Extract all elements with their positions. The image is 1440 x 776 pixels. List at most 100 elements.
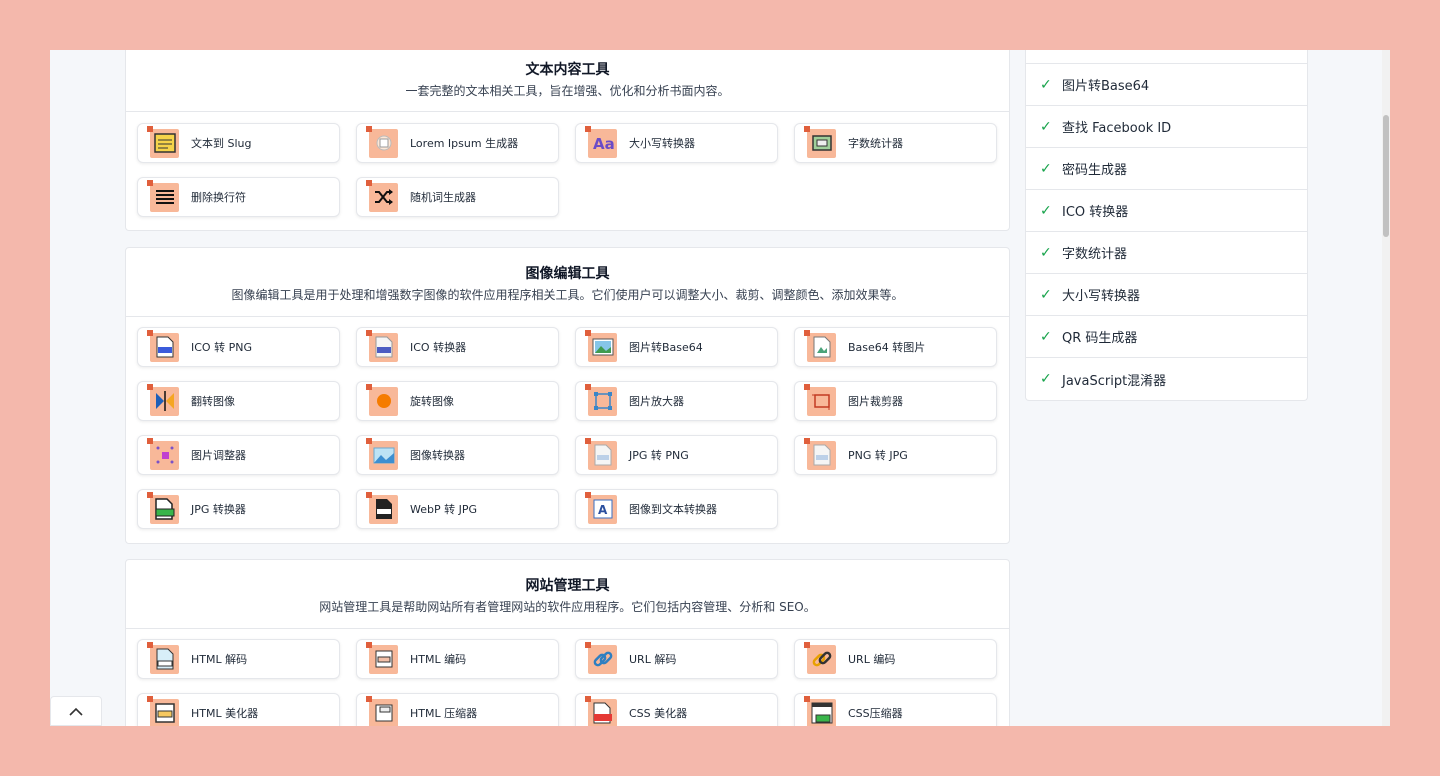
enlarge-icon [585, 383, 617, 416]
css-file-icon [585, 695, 617, 726]
tool-card-case-converter[interactable]: Aa 大小写转换器 [575, 123, 778, 163]
section-description: 网站管理工具是帮助网站所有者管理网站的软件应用程序。它们包括内容管理、分析和 S… [319, 600, 816, 614]
check-icon: ✓ [1040, 328, 1052, 345]
tool-card-jpg-converter[interactable]: JPG 转换器 [137, 489, 340, 529]
tool-card-css-minifier[interactable]: CSS压缩器 [794, 693, 997, 726]
tool-card-jpg-to-png[interactable]: JPG 转 PNG [575, 435, 778, 475]
tool-label: HTML 美化器 [191, 707, 259, 720]
tool-card-html-encode[interactable]: HTML 编码 [356, 639, 559, 679]
chevron-up-icon [69, 707, 83, 716]
tool-card-html-decode[interactable]: HTML 解码 [137, 639, 340, 679]
tool-card-word-counter[interactable]: 字数统计器 [794, 123, 997, 163]
page-scrollbar[interactable] [1382, 50, 1390, 726]
tool-card-image-converter[interactable]: 图像转换器 [356, 435, 559, 475]
tool-label: Lorem Ipsum 生成器 [410, 137, 519, 150]
html-file-icon [147, 641, 179, 674]
tool-card-ico-to-png[interactable]: ICO 转 PNG [137, 327, 340, 367]
section-description: 图像编辑工具是用于处理和增强数字图像的软件应用程序相关工具。它们使用户可以调整大… [231, 288, 904, 302]
text-generator-icon [366, 125, 398, 158]
link-icon [585, 641, 617, 674]
tool-card-base64-to-image[interactable]: Base64 转图片 [794, 327, 997, 367]
tool-label: 大小写转换器 [629, 137, 695, 150]
section-title: 文本内容工具 [525, 62, 610, 78]
tool-card-image-enlarger[interactable]: 图片放大器 [575, 381, 778, 421]
tool-label: 文本到 Slug [191, 137, 252, 150]
scrollbar-thumb[interactable] [1383, 115, 1389, 237]
image-file-icon [804, 329, 836, 362]
section-description: 一套完整的文本相关工具，旨在增强、优化和分析书面内容。 [405, 84, 730, 98]
tool-label: URL 编码 [848, 653, 896, 666]
tool-card-lorem-ipsum[interactable]: Lorem Ipsum 生成器 [356, 123, 559, 163]
tool-label: 图片放大器 [629, 395, 684, 408]
section-header: 网站管理工具 网站管理工具是帮助网站所有者管理网站的软件应用程序。它们包括内容管… [126, 560, 1009, 629]
webp-file-icon [366, 491, 398, 524]
sidebar-item-label: QR 码生成器 [1062, 331, 1138, 346]
tool-card-rotate-image[interactable]: 旋转图像 [356, 381, 559, 421]
tool-card-html-minifier[interactable]: HTML 压缩器 [356, 693, 559, 726]
tool-card-url-decode[interactable]: URL 解码 [575, 639, 778, 679]
tool-label: HTML 压缩器 [410, 707, 478, 720]
tool-label: Base64 转图片 [848, 341, 926, 354]
section-text-tools: 文本内容工具 一套完整的文本相关工具，旨在增强、优化和分析书面内容。 文本到 S… [125, 50, 1010, 231]
tool-card-ico-converter[interactable]: ICO 转换器 [356, 327, 559, 367]
tool-card-html-beautifier[interactable]: HTML 美化器 [137, 693, 340, 726]
rotate-icon [366, 383, 398, 416]
ico-file-icon [147, 329, 179, 362]
lines-icon [147, 179, 179, 212]
resize-icon [147, 437, 179, 470]
back-to-top-button[interactable] [50, 696, 102, 726]
sidebar-item-label: 大小写转换器 [1062, 289, 1141, 304]
tool-card-image-resizer[interactable]: 图片调整器 [137, 435, 340, 475]
tool-label: 图片转Base64 [629, 341, 703, 354]
tool-label: 图像转换器 [410, 449, 465, 462]
sidebar-item-label: 密码生成器 [1062, 163, 1128, 178]
tool-label: WebP 转 JPG [410, 503, 478, 516]
flip-icon [147, 383, 179, 416]
sidebar-top-edge [1026, 50, 1307, 64]
tool-card-image-to-base64[interactable]: 图片转Base64 [575, 327, 778, 367]
tool-card-text-to-slug[interactable]: 文本到 Slug [137, 123, 340, 163]
tool-label: 图片裁剪器 [848, 395, 903, 408]
tool-label: 字数统计器 [848, 137, 903, 150]
ocr-icon: A [585, 491, 617, 524]
tool-card-webp-to-jpg[interactable]: WebP 转 JPG [356, 489, 559, 529]
tool-card-css-beautifier[interactable]: CSS 美化器 [575, 693, 778, 726]
sidebar-item-image-to-base64[interactable]: ✓ 图片转Base64 [1026, 64, 1307, 106]
tool-card-image-to-text[interactable]: A 图像到文本转换器 [575, 489, 778, 529]
check-icon: ✓ [1040, 202, 1052, 219]
sidebar-item-label: ICO 转换器 [1062, 205, 1129, 220]
sidebar-item-case-converter[interactable]: ✓ 大小写转换器 [1026, 274, 1307, 316]
section-title: 图像编辑工具 [525, 266, 610, 282]
sidebar-item-find-facebook-id[interactable]: ✓ 查找 Facebook ID [1026, 106, 1307, 148]
sidebar-item-label: JavaScript混淆器 [1062, 373, 1167, 389]
check-icon: ✓ [1040, 76, 1052, 93]
sidebar-item-label: 查找 Facebook ID [1062, 121, 1172, 136]
sidebar-item-ico-converter[interactable]: ✓ ICO 转换器 [1026, 190, 1307, 232]
section-header: 文本内容工具 一套完整的文本相关工具，旨在增强、优化和分析书面内容。 [126, 50, 1009, 112]
sidebar-item-word-counter[interactable]: ✓ 字数统计器 [1026, 232, 1307, 274]
ico-file-icon [366, 329, 398, 362]
tool-card-png-to-jpg[interactable]: PNG 转 JPG [794, 435, 997, 475]
tool-card-url-encode[interactable]: URL 编码 [794, 639, 997, 679]
crop-icon [804, 383, 836, 416]
sidebar-item-qr-generator[interactable]: ✓ QR 码生成器 [1026, 316, 1307, 358]
sidebar-popular-tools: ✓ 图片转Base64 ✓ 查找 Facebook ID ✓ 密码生成器 ✓ ICO 转… [1025, 50, 1308, 401]
svg-text:A: A [598, 503, 608, 517]
tool-card-random-word[interactable]: 随机词生成器 [356, 177, 559, 217]
check-icon: ✓ [1040, 118, 1052, 135]
tool-label: HTML 解码 [191, 653, 248, 666]
jpg-file-icon [804, 437, 836, 470]
tool-label: 图片调整器 [191, 449, 246, 462]
section-header: 图像编辑工具 图像编辑工具是用于处理和增强数字图像的软件应用程序相关工具。它们使… [126, 248, 1009, 317]
tool-card-remove-line-breaks[interactable]: 删除换行符 [137, 177, 340, 217]
tool-label: 图像到文本转换器 [629, 503, 717, 516]
tool-card-flip-image[interactable]: 翻转图像 [137, 381, 340, 421]
check-icon: ✓ [1040, 286, 1052, 303]
tool-card-image-cropper[interactable]: 图片裁剪器 [794, 381, 997, 421]
svg-text:Aa: Aa [593, 135, 614, 152]
check-icon: ✓ [1040, 160, 1052, 177]
sidebar-item-password-generator[interactable]: ✓ 密码生成器 [1026, 148, 1307, 190]
check-icon: ✓ [1040, 371, 1052, 387]
sidebar-item-label: 字数统计器 [1062, 247, 1128, 262]
sidebar-item-js-obfuscator[interactable]: ✓ JavaScript混淆器 [1026, 358, 1307, 400]
